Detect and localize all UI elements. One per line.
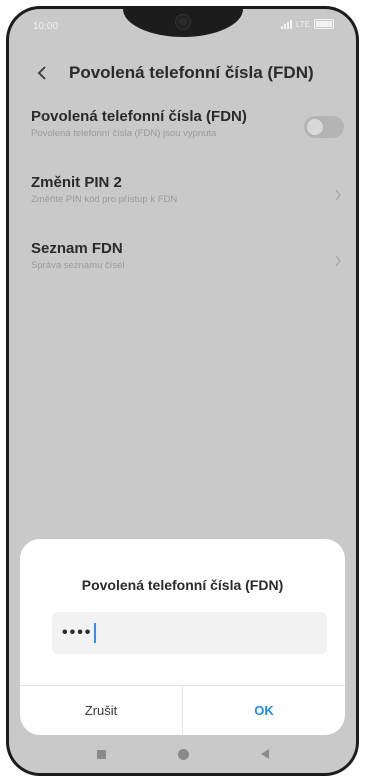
- chevron-right-icon: [334, 254, 342, 272]
- chevron-right-icon: [334, 188, 342, 206]
- phone-frame: 10:00 LTE Povolená telefonní čísla (FDN)…: [6, 6, 359, 776]
- signal-icon: [280, 19, 292, 29]
- dialog-title: Povolená telefonní čísla (FDN): [81, 577, 284, 593]
- fdn-toggle-row[interactable]: Povolená telefonní čísla (FDN) Povolená …: [9, 104, 356, 170]
- status-bar: 10:00 LTE: [9, 9, 356, 43]
- navigation-bar: [9, 735, 356, 773]
- settings-list: Povolená telefonní čísla (FDN) Povolená …: [9, 104, 356, 302]
- list-item-subtitle: Správa seznamu čísel: [31, 260, 125, 271]
- screen: 10:00 LTE Povolená telefonní čísla (FDN)…: [9, 9, 356, 773]
- back-icon[interactable]: [260, 749, 269, 759]
- page-header: Povolená telefonní čísla (FDN): [9, 55, 356, 91]
- pin-value: ••••: [62, 624, 93, 641]
- list-item-subtitle: Změňte PIN kód pro přístup k FDN: [31, 194, 178, 205]
- front-camera: [175, 15, 190, 29]
- fdn-list-row[interactable]: Seznam FDN Správa seznamu čísel: [9, 236, 356, 302]
- status-time: 10:00: [33, 21, 59, 32]
- toggle-knob: [307, 119, 323, 135]
- ok-button[interactable]: OK: [183, 685, 345, 735]
- list-item-subtitle: Povolená telefonní čísla (FDN) jsou vypn…: [31, 128, 217, 139]
- cancel-button[interactable]: Zrušit: [20, 685, 182, 735]
- text-cursor: [94, 623, 97, 643]
- status-icons: LTE: [280, 19, 334, 29]
- fdn-toggle[interactable]: [304, 116, 344, 138]
- list-item-title: Změnit PIN 2: [31, 174, 122, 191]
- home-icon[interactable]: [177, 748, 189, 760]
- list-item-title: Povolená telefonní čísla (FDN): [31, 108, 247, 125]
- network-type: LTE: [295, 19, 310, 29]
- recents-icon[interactable]: [96, 749, 106, 759]
- change-pin2-row[interactable]: Změnit PIN 2 Změňte PIN kód pro přístup …: [9, 170, 356, 236]
- page-title: Povolená telefonní čísla (FDN): [69, 63, 314, 82]
- pin-input[interactable]: ••••: [52, 612, 327, 654]
- back-arrow-icon[interactable]: [31, 62, 53, 84]
- battery-icon: [314, 19, 334, 29]
- pin-dialog: Povolená telefonní čísla (FDN) •••• Zruš…: [20, 539, 345, 735]
- list-item-title: Seznam FDN: [31, 240, 123, 257]
